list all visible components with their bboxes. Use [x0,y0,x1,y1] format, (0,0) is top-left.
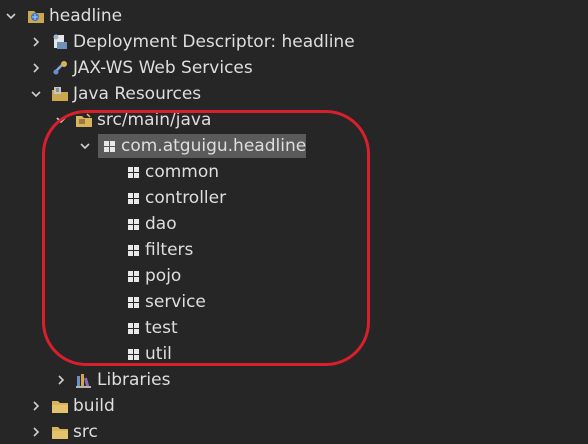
chevron-down-icon[interactable] [78,139,92,153]
tree-node-label: util [145,344,172,364]
chevron-right-icon[interactable] [54,373,68,387]
tree-node-label: controller [145,188,227,208]
tree-node-label: headline [49,6,123,26]
tree-node-label: JAX-WS Web Services [73,58,253,78]
tree-node-label: filters [145,240,194,260]
tree-node-label: Java Resources [73,84,202,104]
deployment-descriptor-icon [51,33,69,51]
source-folder-icon [75,111,93,129]
package-icon [124,345,142,363]
package-icon [100,137,118,155]
tree-node-label: pojo [145,266,182,286]
tree-node-label: dao [145,214,177,234]
tree-node-label: src/main/java [97,110,212,130]
tree-node-label: service [145,292,206,312]
package-icon [124,163,142,181]
tree-node-label: Deployment Descriptor: headline [73,32,355,52]
package-icon [124,319,142,337]
java-resources-icon [51,85,69,103]
tree-node-label: Libraries [97,370,171,390]
chevron-right-icon[interactable] [29,425,43,439]
tree-node-label: com.atguigu.headline [121,136,307,156]
chevron-right-icon[interactable] [29,35,43,49]
project-explorer-tree: headline Deployment Descriptor: headline [0,0,588,444]
tree-node-label: build [73,396,115,416]
web-services-icon [51,59,69,77]
chevron-right-icon[interactable] [29,61,43,75]
tree-node-label: src [73,422,98,442]
tree-node-label: common [145,162,220,182]
package-icon [124,189,142,207]
folder-icon [51,423,69,441]
folder-icon [51,397,69,415]
chevron-down-icon[interactable] [29,87,43,101]
libraries-icon [75,371,93,389]
package-icon [124,241,142,259]
chevron-right-icon[interactable] [29,399,43,413]
chevron-down-icon[interactable] [4,9,18,23]
package-icon [124,215,142,233]
package-icon [124,293,142,311]
package-icon [124,267,142,285]
project-icon [27,7,45,25]
chevron-down-icon[interactable] [54,113,68,127]
tree-node-label: test [145,318,178,338]
